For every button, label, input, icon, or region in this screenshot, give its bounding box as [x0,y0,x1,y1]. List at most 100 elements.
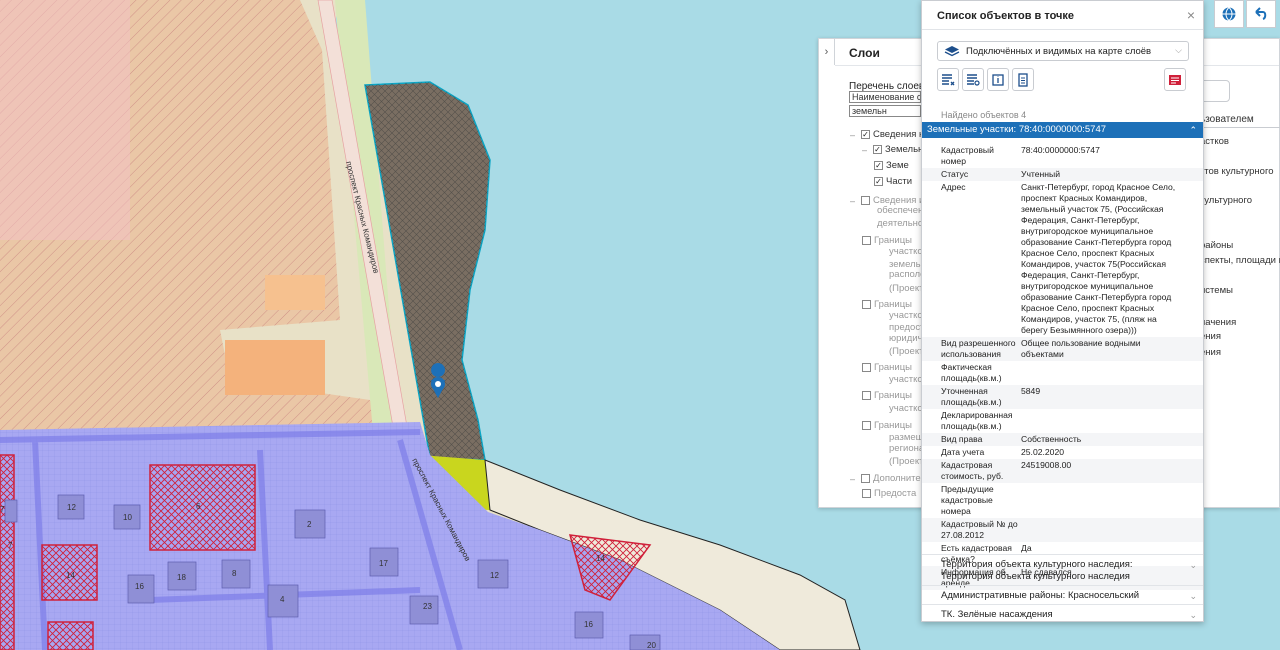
attribute-value: Учтенный [1021,169,1061,179]
layer-tree-item[interactable]: Предоста [862,488,916,499]
layer-tree-item[interactable]: – ✓ Земельн [862,144,923,155]
expand-toggle-icon[interactable]: – [850,130,858,140]
layer-label: (Проект [889,346,924,357]
expand-toggle-icon[interactable]: – [850,196,858,206]
info-button[interactable] [987,68,1009,91]
attribute-row: Дата учета 25.02.2020 [922,446,1203,459]
layer-tree-item[interactable]: – ✓ Сведения к [850,129,923,140]
plot-number: 10 [123,513,132,522]
attribute-key: Адрес [941,182,966,192]
layer-tree-item[interactable]: ✓ Земе [874,160,909,171]
undo-button[interactable] [1246,0,1276,28]
attribute-value: 25.02.2020 [1021,447,1065,457]
attribute-row: Фактическая площадь(кв.м.) [922,361,1203,385]
layer-checkbox[interactable]: ✓ [874,177,883,186]
layer-tree-item[interactable]: (Проект [874,346,923,357]
attribute-row: Уточненная площадь(кв.м.) 5849 [922,385,1203,409]
expand-toggle-icon[interactable]: – [850,474,858,484]
layer-filter-label: Подключённых и видимых на карте слоёв [966,45,1152,57]
layer-checkbox[interactable] [862,391,871,400]
attribute-value: Санкт-Петербург, город Красное Село, про… [1021,182,1176,335]
object-accordion-header[interactable]: Административные районы: Красносельский … [922,585,1203,605]
layer-checkbox[interactable] [862,236,871,245]
red-strip-west [0,454,15,650]
attribute-row: Предыдущие кадастровые номера [922,483,1203,518]
plot-number: 4 [280,595,285,604]
expand-toggle-icon[interactable]: – [862,145,870,155]
layer-checkbox[interactable] [862,421,871,430]
object-title: Территория объекта культурного наследия:… [941,559,1133,582]
layer-filter-select[interactable]: Подключённых и видимых на карте слоёв ⌵ [937,41,1189,61]
layer-checkbox[interactable]: ✓ [873,145,882,154]
layer-label: Дополните [873,473,921,484]
document-icon [1018,72,1028,87]
layer-label: Границы [874,390,912,401]
chevron-down-icon: ⌄ [1189,591,1197,601]
close-icon[interactable]: × [1187,7,1195,23]
layer-label: Сведения к [873,129,924,140]
layer-tree-item[interactable]: Границы [862,235,912,246]
attribute-table: Кадастровый номер 78:40:0000000:5747 Стату… [922,144,1203,590]
red-bottom-left [47,621,94,650]
report-button[interactable] [1164,68,1186,91]
layer-checkbox[interactable] [861,474,870,483]
layer-checkbox[interactable] [861,196,870,205]
document-button[interactable] [1012,68,1034,91]
found-count: Найдено объектов 4 [941,110,1027,120]
attribute-value: Общее пользование водными объектами [1021,338,1141,359]
layer-label: Части [886,176,913,187]
panel-title: Список объектов в точке [937,10,1075,22]
object-accordion-header[interactable]: Территория объекта культурного наследия:… [922,554,1203,586]
attribute-row: Кадастровая стоимость, руб. 24519008.00 [922,459,1203,483]
object-accordion-header-open[interactable]: Земельные участки: 78:40:0000000:5747 ⌃ [922,122,1203,138]
layer-checkbox[interactable] [862,363,871,372]
attribute-key: Кадастровая стоимость, руб. [941,460,1004,481]
layer-tree-item[interactable]: юридиче [874,333,928,344]
layer-tree-item[interactable]: участков [874,403,928,414]
plot-number: 14 [66,571,75,580]
collapse-panel-button[interactable]: › [819,39,835,65]
plot-number: 8 [232,569,237,578]
layer-tree-item[interactable]: Границы [862,299,912,310]
layer-checkbox[interactable] [862,489,871,498]
pink-block [0,0,130,240]
layer-label: Земе [886,160,909,171]
layer-tree-item[interactable]: участков [874,246,928,257]
info-frame-icon [992,73,1004,86]
layer-tree-item[interactable]: – Дополните [850,473,921,484]
layer-tree-item[interactable]: обеспечени [862,205,929,216]
layer-tree-item[interactable]: участков [874,310,928,321]
globe-button[interactable] [1214,0,1244,28]
layers-title: Слои [849,46,880,60]
chevron-up-icon: ⌃ [1189,125,1197,135]
attribute-value [1021,484,1191,517]
search-input[interactable]: земельн [849,105,921,117]
layer-tree-item[interactable]: участков [874,374,928,385]
filter-select[interactable]: Наименование сл [849,91,921,103]
attribute-value: Собственность [1021,434,1082,444]
layer-checkbox[interactable]: ✓ [874,161,883,170]
attribute-value [1021,362,1191,384]
attribute-key: Декларированная площадь(кв.м.) [941,410,1013,431]
column-header: ьзователем [1200,112,1280,128]
object-accordion-header[interactable]: ТК. Зелёные насаждения ⌄ [922,604,1203,621]
layer-label-overflow: спекты, площади и [1200,255,1280,266]
layer-label: (Проект [889,456,924,467]
layer-tree-item[interactable]: Границы [862,420,912,431]
layer-tree-item[interactable]: (Проект [874,283,923,294]
layer-checkbox[interactable]: ✓ [861,130,870,139]
layer-label-overflow: районы [1200,240,1234,251]
attribute-row: Кадастровый номер 78:40:0000000:5747 [922,144,1203,168]
layer-tree-item[interactable]: Границы [862,390,912,401]
plot-number: 6 [196,502,201,511]
layer-tree-item[interactable]: (Проект [874,456,923,467]
layer-label: Земельн [885,144,924,155]
layer-label-overflow: ктов культурного [1200,166,1274,177]
layer-tree-item[interactable]: Границы [862,362,912,373]
layer-label-overflow: истемы [1200,285,1233,296]
layer-tree-item[interactable]: ✓ Части [874,176,912,187]
list-settings-button[interactable] [962,68,984,91]
layer-checkbox[interactable] [862,300,871,309]
layers-stack-icon [944,46,960,57]
export-list-button[interactable] [937,68,959,91]
